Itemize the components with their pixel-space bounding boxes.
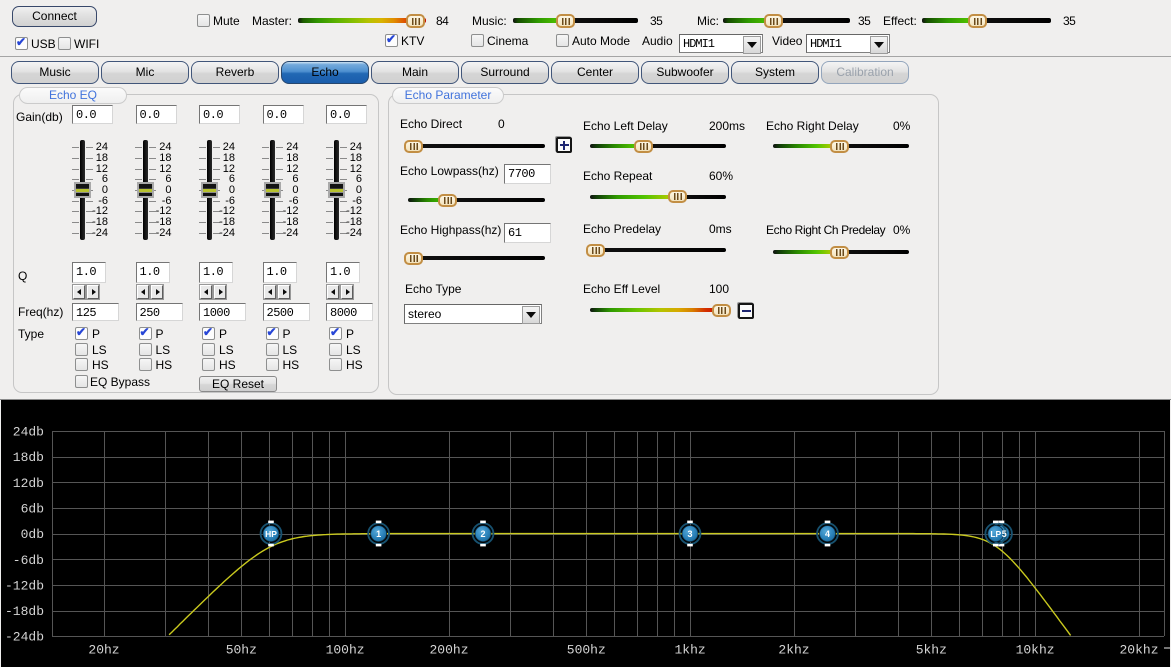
svg-text:0db: 0db xyxy=(21,527,44,542)
svg-text:HP: HP xyxy=(265,529,277,539)
svg-text:5: 5 xyxy=(1002,529,1007,539)
svg-text:LP: LP xyxy=(990,529,1001,539)
svg-text:20hz: 20hz xyxy=(88,643,119,658)
svg-text:20khz: 20khz xyxy=(1119,643,1158,658)
svg-text:2khz: 2khz xyxy=(778,643,809,658)
svg-text:18db: 18db xyxy=(13,450,44,465)
svg-text:-6db: -6db xyxy=(13,553,44,568)
svg-text:-18db: -18db xyxy=(5,604,44,619)
svg-text:6db: 6db xyxy=(21,501,44,516)
svg-text:100hz: 100hz xyxy=(326,643,365,658)
svg-text:-24db: -24db xyxy=(5,630,44,645)
svg-text:10khz: 10khz xyxy=(1016,643,1055,658)
svg-text:5khz: 5khz xyxy=(916,643,947,658)
svg-text:-12db: -12db xyxy=(5,578,44,593)
svg-text:1: 1 xyxy=(376,529,381,539)
svg-text:200hz: 200hz xyxy=(429,643,468,658)
svg-text:4: 4 xyxy=(825,529,830,539)
svg-text:1khz: 1khz xyxy=(674,643,705,658)
svg-text:50hz: 50hz xyxy=(226,643,257,658)
svg-text:3: 3 xyxy=(687,529,692,539)
svg-text:2: 2 xyxy=(480,529,485,539)
svg-text:500hz: 500hz xyxy=(567,643,606,658)
svg-text:12db: 12db xyxy=(13,476,44,491)
svg-text:24db: 24db xyxy=(13,425,44,440)
